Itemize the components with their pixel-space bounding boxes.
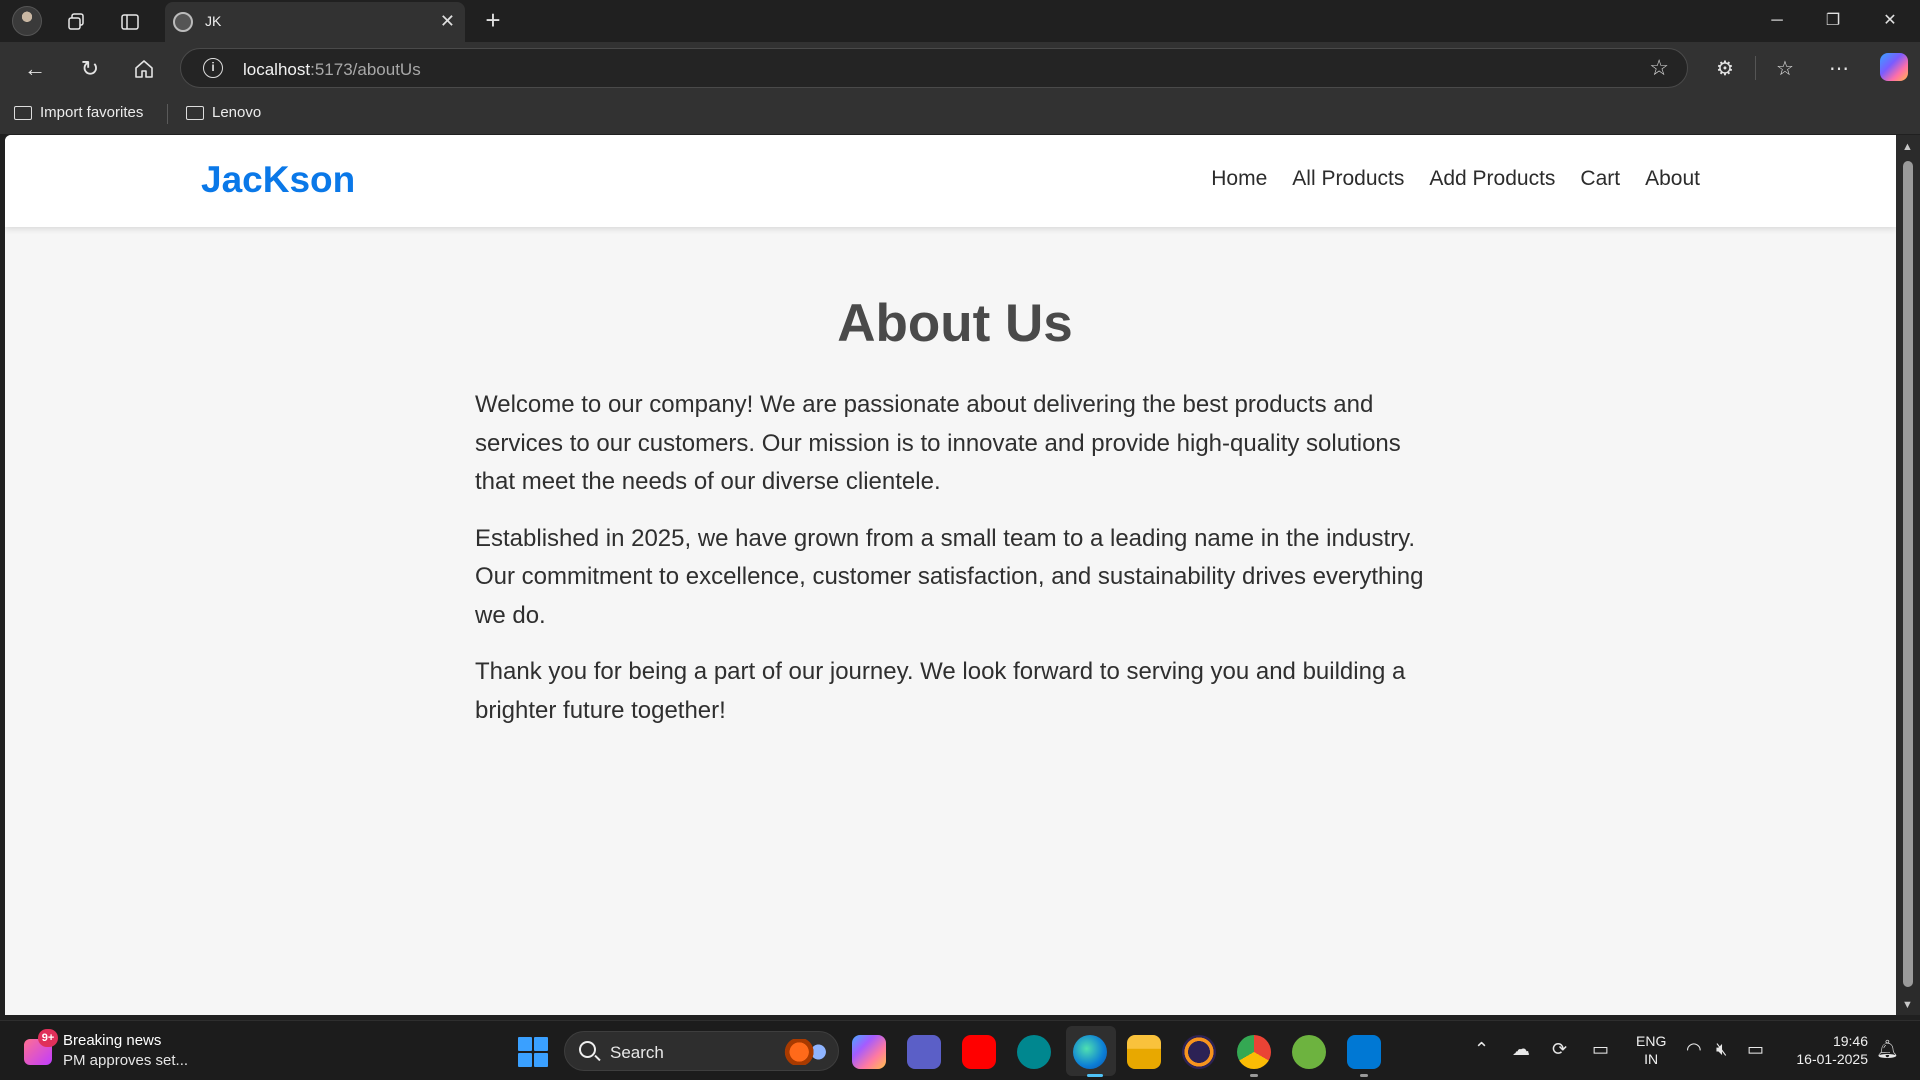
tab-title: JK — [205, 13, 222, 29]
windows-taskbar: 9+ Breaking news PM approves set... Sear… — [0, 1020, 1920, 1080]
favorite-import[interactable]: Import favorites — [14, 104, 143, 121]
nav-all-products[interactable]: All Products — [1292, 167, 1404, 191]
toolbar-divider — [1755, 56, 1756, 80]
import-favorites-icon — [14, 105, 32, 120]
vscode-running-indicator — [1360, 1074, 1368, 1077]
search-label: Search — [610, 1043, 664, 1062]
minimize-icon[interactable]: ─ — [1757, 8, 1797, 34]
about-content: About Us Welcome to our company! We are … — [475, 293, 1435, 748]
chrome-running-indicator — [1250, 1074, 1258, 1077]
news-badge: 9+ — [38, 1029, 58, 1047]
taskbar-search[interactable]: Search — [564, 1031, 839, 1071]
restore-icon[interactable]: ❐ — [1813, 8, 1853, 34]
site-navbar: JacKson Home All Products Add Products C… — [5, 135, 1896, 227]
favorites-divider — [167, 104, 168, 124]
more-options-icon[interactable]: ⋯ — [1822, 52, 1856, 86]
favorite-label: Lenovo — [212, 104, 262, 121]
workspaces-icon[interactable] — [62, 8, 90, 36]
scroll-up-icon[interactable]: ▲ — [1902, 141, 1913, 153]
address-bar[interactable]: i localhost:5173/aboutUs ☆ — [180, 48, 1688, 88]
chrome-icon[interactable] — [1237, 1035, 1271, 1069]
tab-actions-icon[interactable] — [116, 8, 144, 36]
page-title: About Us — [837, 294, 1073, 353]
news-subtitle[interactable]: PM approves set... — [63, 1052, 188, 1069]
copilot-icon[interactable] — [1880, 53, 1908, 81]
edge-running-indicator — [1087, 1074, 1103, 1077]
nav-home[interactable]: Home — [1211, 167, 1267, 191]
favorite-label: Import favorites — [40, 104, 144, 121]
onedrive-icon[interactable]: ☁ — [1512, 1039, 1530, 1060]
page-viewport: JacKson Home All Products Add Products C… — [5, 135, 1896, 1015]
favorite-lenovo[interactable]: Lenovo — [186, 104, 261, 121]
nav-cart[interactable]: Cart — [1580, 167, 1620, 191]
about-paragraph: Thank you for being a part of our journe… — [475, 658, 1406, 724]
clock-date: 16-01-2025 — [1796, 1051, 1868, 1067]
file-explorer-icon[interactable] — [1127, 1035, 1161, 1069]
page-scrollbar[interactable]: ▲ ▼ — [1896, 135, 1920, 1015]
profile-avatar[interactable] — [12, 6, 42, 36]
about-paragraph: Established in 2025, we have grown from … — [475, 524, 1424, 629]
close-window-icon[interactable]: ✕ — [1870, 8, 1910, 34]
browser-titlebar: JK ✕ + ─ ❐ ✕ — [0, 0, 1920, 42]
refresh-icon[interactable]: ↻ — [73, 52, 107, 86]
teams-icon[interactable] — [907, 1035, 941, 1069]
language-indicator[interactable]: ENG IN — [1636, 1032, 1666, 1068]
tab-active[interactable]: JK ✕ — [165, 2, 465, 42]
copilot-app-icon[interactable] — [852, 1035, 886, 1069]
sync-icon[interactable]: ⟳ — [1552, 1039, 1567, 1060]
site-menu: Home All Products Add Products Cart Abou… — [1211, 167, 1700, 191]
about-paragraph: Welcome to our company! We are passionat… — [475, 391, 1401, 495]
new-tab-button[interactable]: + — [478, 6, 508, 36]
close-tab-icon[interactable]: ✕ — [440, 11, 455, 31]
edge-icon[interactable] — [1073, 1035, 1107, 1069]
region-code: IN — [1644, 1051, 1659, 1067]
site-brand[interactable]: JacKson — [201, 159, 355, 201]
extensions-icon[interactable]: ⚙ — [1708, 52, 1742, 86]
back-icon[interactable]: ← — [18, 52, 52, 86]
favorites-icon[interactable]: ☆ — [1768, 52, 1802, 86]
language-code: ENG — [1636, 1033, 1667, 1049]
tab-favicon-icon — [173, 12, 193, 32]
eclipse-icon[interactable] — [1182, 1035, 1216, 1069]
scrollbar-thumb[interactable] — [1903, 161, 1913, 987]
home-icon[interactable] — [127, 52, 161, 86]
show-hidden-icons-icon[interactable]: ⌃ — [1474, 1039, 1489, 1060]
news-title[interactable]: Breaking news — [63, 1032, 161, 1049]
site-info-icon[interactable]: i — [203, 58, 223, 78]
wifi-icon[interactable]: ◠ — [1686, 1039, 1702, 1060]
display-icon[interactable]: ▭ — [1592, 1039, 1609, 1060]
spring-tools-icon[interactable] — [1292, 1035, 1326, 1069]
notifications-bell-icon[interactable]: 🔔︎ — [1876, 1039, 1899, 1060]
vscode-icon[interactable] — [1347, 1035, 1381, 1069]
nav-about[interactable]: About — [1645, 167, 1700, 191]
favorite-star-icon[interactable]: ☆ — [1649, 55, 1669, 81]
browser-toolbar: ← ↻ i localhost:5173/aboutUs ☆ ⚙ ☆ ⋯ — [0, 42, 1920, 94]
search-icon — [579, 1041, 596, 1058]
folder-icon — [186, 105, 204, 120]
nav-add-products[interactable]: Add Products — [1429, 167, 1555, 191]
address-text: localhost:5173/aboutUs — [243, 60, 421, 79]
volume-muted-icon[interactable]: 🔇︎ — [1716, 1039, 1727, 1060]
favorites-bar: Import favorites Lenovo — [0, 94, 1920, 134]
arduino-icon[interactable] — [1017, 1035, 1051, 1069]
youtube-icon[interactable] — [962, 1035, 996, 1069]
start-menu-icon[interactable] — [518, 1037, 548, 1067]
scroll-down-icon[interactable]: ▼ — [1902, 999, 1913, 1011]
clock[interactable]: 19:46 16-01-2025 — [1788, 1032, 1868, 1068]
clock-time: 19:46 — [1832, 1033, 1868, 1049]
search-highlight-icon — [780, 1039, 828, 1065]
battery-icon[interactable]: ▭ — [1747, 1039, 1764, 1060]
